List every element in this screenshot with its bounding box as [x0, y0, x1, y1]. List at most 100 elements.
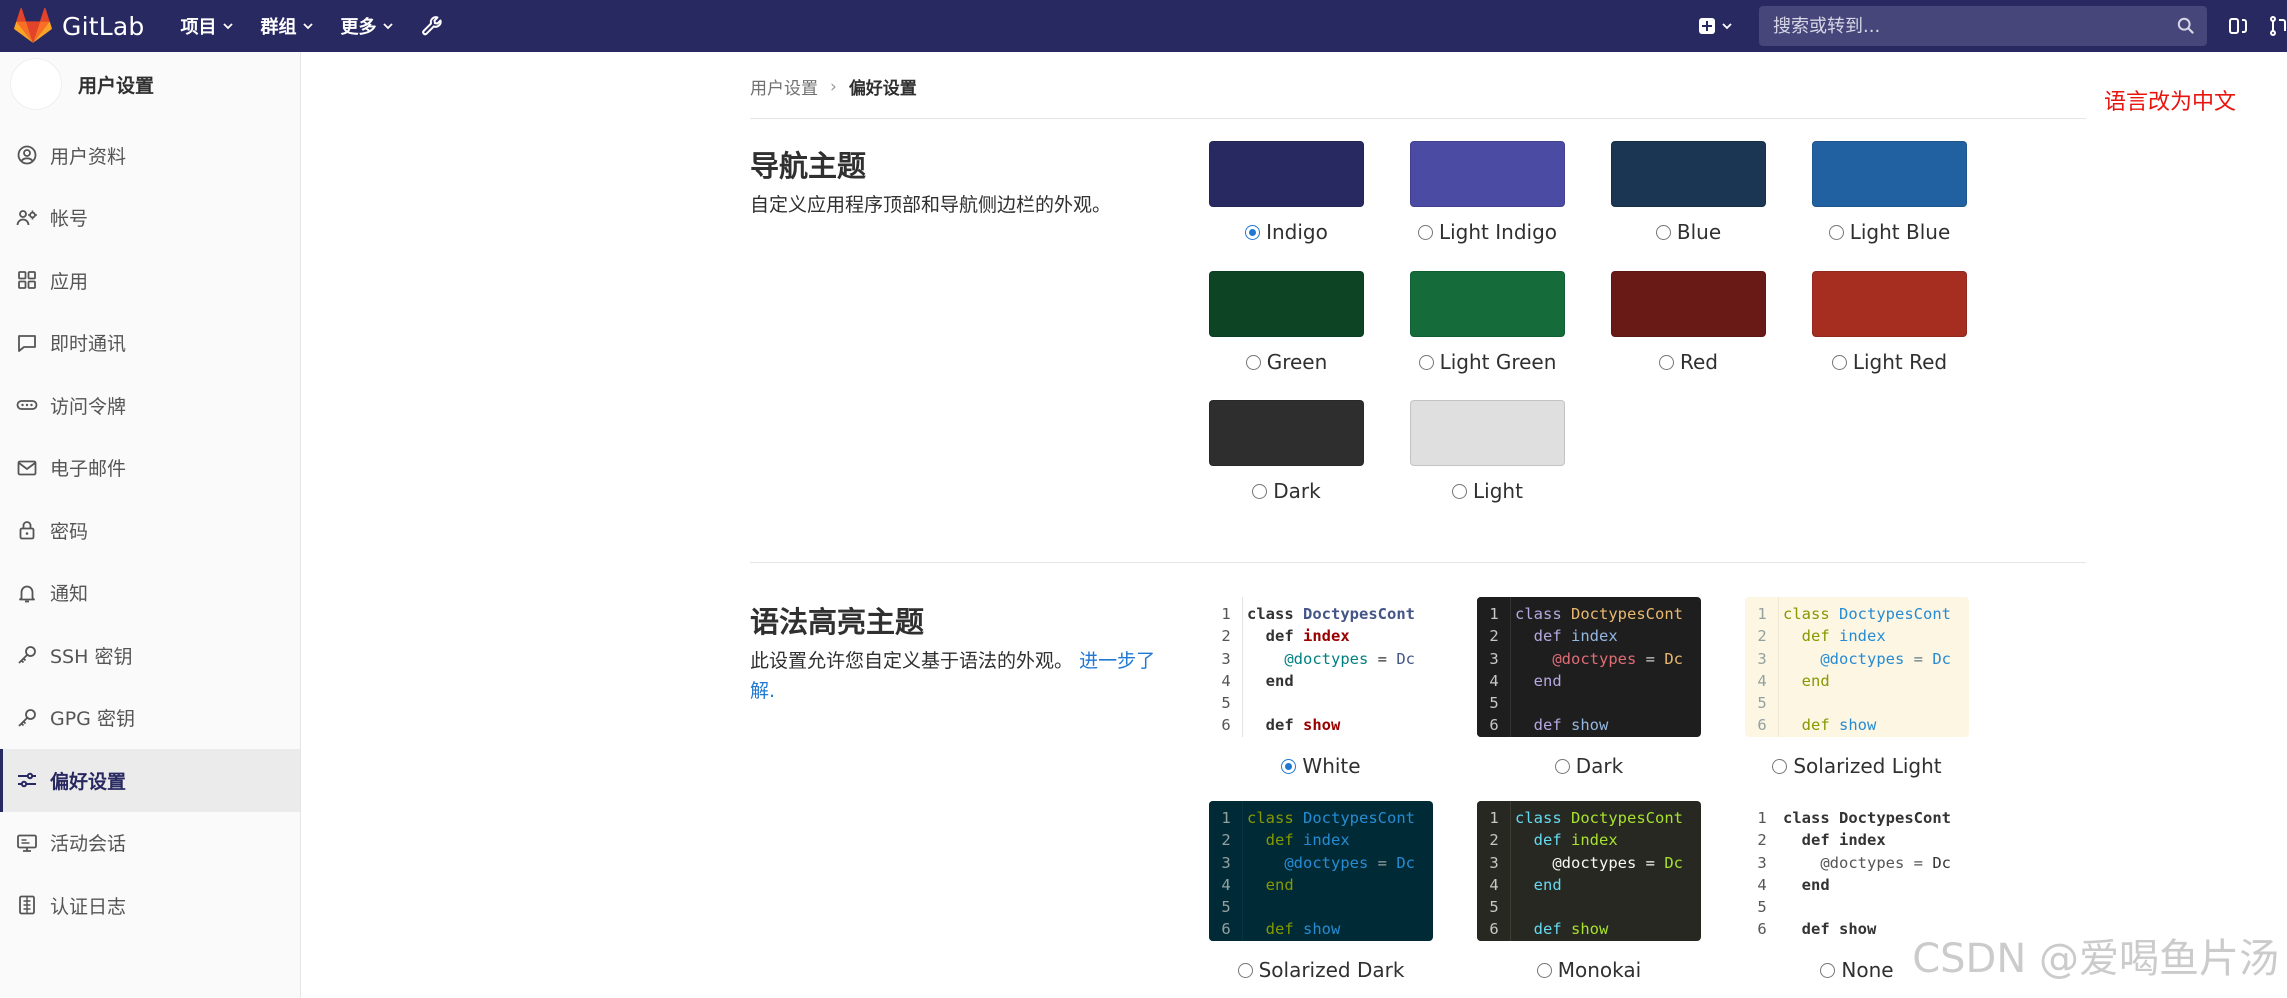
- syntax-preview-solarized-light[interactable]: 1 class DoctypesCont 2 def index 3 @doctype…: [1745, 597, 1969, 737]
- syntax-preview-white[interactable]: 1 class DoctypesCont 2 def index 3 @doctype…: [1209, 597, 1433, 737]
- radio-button[interactable]: [1554, 758, 1570, 774]
- nav-more-dropdown[interactable]: 更多: [340, 13, 394, 39]
- syntax-preview-dark[interactable]: 1 class DoctypesCont 2 def index 3 @doctype…: [1477, 597, 1701, 737]
- sidebar-item-preferences[interactable]: 偏好设置: [0, 749, 300, 812]
- option-label: Red: [1680, 350, 1718, 374]
- brand-name: GitLab: [62, 11, 145, 41]
- syntax-option-white[interactable]: White: [1209, 754, 1433, 778]
- radio-button[interactable]: [1536, 962, 1552, 978]
- nav-theme-option-indigo[interactable]: Indigo: [1209, 220, 1364, 244]
- nav-theme-option-red[interactable]: Red: [1611, 350, 1766, 374]
- nav-more-label: 更多: [340, 17, 377, 38]
- token-icon: [16, 400, 38, 411]
- nav-theme-option-light-green[interactable]: Light Green: [1410, 350, 1565, 374]
- syntax-theme-description: 此设置允许您自定义基于语法的外观。 进一步了解.: [750, 646, 1170, 706]
- radio-button[interactable]: [1831, 354, 1847, 370]
- nav-theme-option-light-red[interactable]: Light Red: [1812, 350, 1967, 374]
- sidebar-item-chat[interactable]: 即时通讯: [0, 312, 300, 375]
- nav-theme-option-blue[interactable]: Blue: [1611, 220, 1766, 244]
- code-lines: 1 class DoctypesCont 2 def index 3 @doctype…: [1221, 809, 1415, 939]
- nav-theme-swatch-light-indigo[interactable]: [1410, 141, 1565, 207]
- sidebar-item-applications[interactable]: 应用: [0, 249, 300, 312]
- sidebar-item-emails[interactable]: 电子邮件: [0, 437, 300, 500]
- sidebar-item-profile[interactable]: 用户资料: [0, 124, 300, 187]
- radio-button[interactable]: [1417, 224, 1433, 240]
- nav-theme-option-light[interactable]: Light: [1410, 479, 1565, 503]
- nav-theme-option-light-indigo[interactable]: Light Indigo: [1410, 220, 1565, 244]
- top-navbar: GitLab 项目 群组 更多: [0, 0, 2287, 52]
- radio-button[interactable]: [1245, 224, 1261, 240]
- applications-icon: [18, 271, 36, 290]
- sidebar-item-ssh-keys[interactable]: SSH 密钥: [0, 624, 300, 687]
- breadcrumb-parent-link[interactable]: 用户设置: [750, 74, 818, 99]
- sidebar-item-gpg-keys[interactable]: GPG 密钥: [0, 687, 300, 750]
- syntax-preview-none[interactable]: 1 class DoctypesCont 2 def index 3 @doctype…: [1745, 801, 1969, 941]
- key-icon: [18, 708, 36, 727]
- nav-theme-description: 自定义应用程序顶部和导航侧边栏的外观。: [750, 194, 1112, 216]
- radio-button[interactable]: [1659, 354, 1674, 370]
- radio-button[interactable]: [1237, 962, 1253, 978]
- nav-theme-option-dark[interactable]: Dark: [1209, 479, 1364, 503]
- issues-icon[interactable]: [2227, 14, 2251, 38]
- nav-theme-option-light-blue[interactable]: Light Blue: [1812, 220, 1967, 244]
- radio-button[interactable]: [1281, 758, 1297, 774]
- nav-theme-swatch-red[interactable]: [1611, 271, 1766, 337]
- syntax-preview-solarized-dark[interactable]: 1 class DoctypesCont 2 def index 3 @doctype…: [1209, 801, 1433, 941]
- admin-wrench-icon[interactable]: [420, 14, 444, 38]
- chevron-down-icon: [1722, 23, 1732, 30]
- sidebar-item-auth-log[interactable]: 认证日志: [0, 874, 300, 937]
- code-lines: 1 class DoctypesCont 2 def index 3 @doctype…: [1489, 809, 1683, 939]
- mail-icon: [17, 460, 37, 476]
- sidebar-item-label: 活动会话: [50, 833, 127, 856]
- nav-theme-swatch-light[interactable]: [1410, 400, 1565, 466]
- monitor-icon: [17, 834, 37, 852]
- syntax-option-monokai[interactable]: Monokai: [1477, 958, 1701, 982]
- nav-right: [1699, 0, 2287, 52]
- option-label: Solarized Dark: [1258, 958, 1405, 982]
- nav-projects-dropdown[interactable]: 项目: [180, 13, 234, 39]
- sidebar-item-account[interactable]: 帐号: [0, 187, 300, 250]
- radio-button[interactable]: [1245, 354, 1261, 370]
- radio-button[interactable]: [1452, 483, 1468, 499]
- code-lines: 1 class DoctypesCont 2 def index 3 @doctype…: [1757, 809, 1951, 939]
- option-label: Light Red: [1852, 350, 1948, 374]
- option-label: Light Indigo: [1438, 220, 1558, 244]
- radio-button[interactable]: [1820, 962, 1836, 978]
- sidebar-item-active-sessions[interactable]: 活动会话: [0, 812, 300, 875]
- nav-theme-swatch-dark[interactable]: [1209, 400, 1364, 466]
- nav-theme-swatch-light-green[interactable]: [1410, 271, 1565, 337]
- nav-theme-swatch-indigo[interactable]: [1209, 141, 1364, 207]
- new-dropdown[interactable]: [1699, 18, 1733, 34]
- sidebar-item-notifications[interactable]: 通知: [0, 562, 300, 625]
- radio-button[interactable]: [1655, 224, 1671, 240]
- chevron-down-icon: [383, 23, 394, 30]
- merge-request-icon[interactable]: [2267, 14, 2287, 38]
- sidebar-item-access-tokens[interactable]: 访问令牌: [0, 374, 300, 437]
- nav-theme-option-green[interactable]: Green: [1209, 350, 1364, 374]
- code-lines: 1 class DoctypesCont 2 def index 3 @doctype…: [1489, 605, 1683, 735]
- nav-theme-swatch-light-blue[interactable]: [1812, 141, 1967, 207]
- sidebar-item-password[interactable]: 密码: [0, 499, 300, 562]
- option-label: None: [1841, 958, 1894, 982]
- sidebar-item-label: 电子邮件: [50, 458, 127, 481]
- radio-button[interactable]: [1772, 758, 1788, 774]
- radio-button[interactable]: [1418, 354, 1434, 370]
- syntax-option-solarized-light[interactable]: Solarized Light: [1745, 754, 1969, 778]
- syntax-option-dark[interactable]: Dark: [1477, 754, 1701, 778]
- option-label: Indigo: [1266, 220, 1328, 244]
- sidebar-item-label: 用户资料: [50, 145, 127, 168]
- radio-button[interactable]: [1252, 483, 1268, 499]
- nav-theme-swatch-blue[interactable]: [1611, 141, 1766, 207]
- option-label: Dark: [1273, 479, 1321, 503]
- nav-theme-swatch-green[interactable]: [1209, 271, 1364, 337]
- radio-button[interactable]: [1828, 224, 1844, 240]
- nav-groups-dropdown[interactable]: 群组: [260, 13, 314, 39]
- search-input[interactable]: [1771, 14, 2177, 38]
- chat-icon: [18, 334, 36, 352]
- syntax-preview-monokai[interactable]: 1 class DoctypesCont 2 def index 3 @doctype…: [1477, 801, 1701, 941]
- search-icon[interactable]: [2177, 17, 2195, 35]
- gitlab-logo[interactable]: GitLab: [14, 8, 144, 44]
- syntax-option-solarized-dark[interactable]: Solarized Dark: [1209, 958, 1433, 982]
- option-label: Blue: [1676, 220, 1722, 244]
- nav-theme-swatch-light-red[interactable]: [1812, 271, 1967, 337]
